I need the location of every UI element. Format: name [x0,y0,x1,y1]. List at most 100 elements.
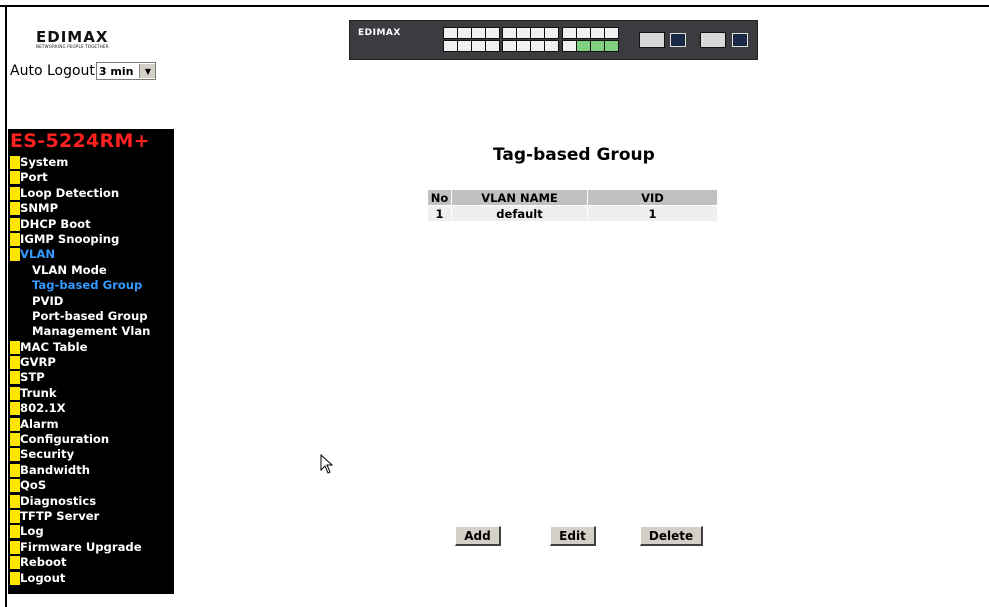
page-title: Tag-based Group [493,145,655,165]
sidebar-item-label: STP [20,370,45,385]
vlan-table: No VLAN NAME VID 1 default 1 [427,189,718,222]
auto-logout-select[interactable]: 3 min ▼ [95,62,157,80]
ethernet-port-icon [562,27,577,39]
sidebar-item-label: Firmware Upgrade [20,539,142,554]
menu-bullet-icon [10,402,20,416]
sidebar-item-label: Tag-based Group [32,278,143,293]
sidebar-item-port-based-group[interactable]: Port-based Group [8,309,174,324]
sidebar-item-label: Diagnostics [20,493,97,508]
sidebar-item-log[interactable]: Log [8,524,174,539]
sidebar-item-system[interactable]: System [8,155,174,170]
sidebar-item-igmp-snooping[interactable]: IGMP Snooping [8,232,174,247]
model-name: ES-5224RM+ [10,130,150,152]
sidebar-item-gvrp[interactable]: GVRP [8,355,174,370]
sidebar-item-label: VLAN [20,247,56,262]
sidebar-item-label: QoS [20,478,47,493]
ethernet-port-icon [516,40,531,52]
sfp-port-icon [732,33,748,47]
sidebar-item-label: Management Vlan [32,324,151,339]
ethernet-port-icon [485,40,500,52]
menu-bullet-icon [10,386,20,400]
delete-button[interactable]: Delete [640,526,703,546]
sidebar-item-label: Logout [20,570,66,585]
sidebar-item-firmware-upgrade[interactable]: Firmware Upgrade [8,540,174,555]
ethernet-port-icon [502,27,517,39]
ethernet-port-icon [457,27,472,39]
ethernet-port-icon [457,40,472,52]
add-button[interactable]: Add [455,526,501,546]
ethernet-port-icon [471,40,486,52]
sfp-port-icon [670,33,686,47]
left-border [5,5,7,607]
ethernet-port-icon [590,40,605,52]
menu-bullet-icon [10,509,20,523]
ethernet-port-icon [544,40,559,52]
menu-bullet-icon [10,217,20,231]
menu-bullet-icon [10,156,20,169]
sidebar-item-mac-table[interactable]: MAC Table [8,340,174,355]
ethernet-port-icon [530,27,545,39]
sidebar-item-vlan[interactable]: VLAN [8,247,174,262]
table-header-row: No VLAN NAME VID [427,189,718,206]
sidebar-item-label: PVID [32,293,64,308]
menu-bullet-icon [10,186,20,200]
menu-bullet-icon [10,525,20,539]
sidebar-item-label: IGMP Snooping [20,231,120,246]
sidebar-item-pvid[interactable]: PVID [8,294,174,309]
sidebar-item-alarm[interactable]: Alarm [8,417,174,432]
menu-bullet-icon [10,417,20,431]
sidebar-item-label: Configuration [20,432,110,447]
sidebar-item-dhcp-boot[interactable]: DHCP Boot [8,217,174,232]
ethernet-port-icon [604,27,619,39]
sidebar-item-configuration[interactable]: Configuration [8,432,174,447]
sidebar-item-logout[interactable]: Logout [8,571,174,586]
sidebar-item-stp[interactable]: STP [8,370,174,385]
sidebar-item-802-1x[interactable]: 802.1X [8,401,174,416]
sidebar-item-reboot[interactable]: Reboot [8,555,174,570]
sidebar-item-snmp[interactable]: SNMP [8,201,174,216]
table-row[interactable]: 1 default 1 [427,205,718,222]
sidebar-item-trunk[interactable]: Trunk [8,386,174,401]
column-header-vlan-name: VLAN NAME [451,189,588,206]
sidebar-item-bandwidth[interactable]: Bandwidth [8,463,174,478]
sidebar-item-security[interactable]: Security [8,447,174,462]
ethernet-port-icon [576,40,591,52]
edimax-logo: EDIMAX NETWORKING PEOPLE TOGETHER [36,28,109,49]
menu-bullet-icon [10,494,20,508]
ethernet-port-icon [443,40,458,52]
ethernet-port-icon [562,40,577,52]
menu-bullet-icon [10,448,20,462]
sidebar-item-management-vlan[interactable]: Management Vlan [8,324,174,339]
sidebar-item-tftp-server[interactable]: TFTP Server [8,509,174,524]
sfp-slot-icon [639,32,665,48]
ethernet-port-icon [544,27,559,39]
sidebar-item-label: Port [20,170,48,185]
ethernet-port-icon [604,40,619,52]
menu-bullet-icon [10,248,20,262]
chevron-down-icon[interactable]: ▼ [139,64,156,78]
sidebar-item-label: Loop Detection [20,185,120,200]
menu-bullet-icon [10,540,20,554]
device-brand: EDIMAX [358,28,401,38]
menu-bullet-icon [10,371,20,385]
sidebar-item-label: MAC Table [20,339,88,354]
sidebar-item-qos[interactable]: QoS [8,478,174,493]
ethernet-port-icon [485,27,500,39]
menu-bullet-icon [10,171,20,185]
ethernet-port-icon [443,27,458,39]
sidebar-item-label: System [20,155,69,169]
cell-vid: 1 [587,205,718,222]
sidebar-item-port[interactable]: Port [8,170,174,185]
menu-bullet-icon [10,340,20,354]
menu-bullet-icon [10,556,20,570]
sidebar-item-label: GVRP [20,355,56,370]
sidebar-item-loop-detection[interactable]: Loop Detection [8,186,174,201]
sidebar-item-diagnostics[interactable]: Diagnostics [8,494,174,509]
switch-front-panel-image: EDIMAX [349,20,758,60]
sidebar-item-vlan-mode[interactable]: VLAN Mode [8,263,174,278]
sidebar-item-tag-based-group[interactable]: Tag-based Group [8,278,174,293]
cell-no: 1 [427,205,452,222]
edit-button[interactable]: Edit [550,526,596,546]
auto-logout-value: 3 min [98,64,134,78]
menu-bullet-icon [10,433,20,447]
